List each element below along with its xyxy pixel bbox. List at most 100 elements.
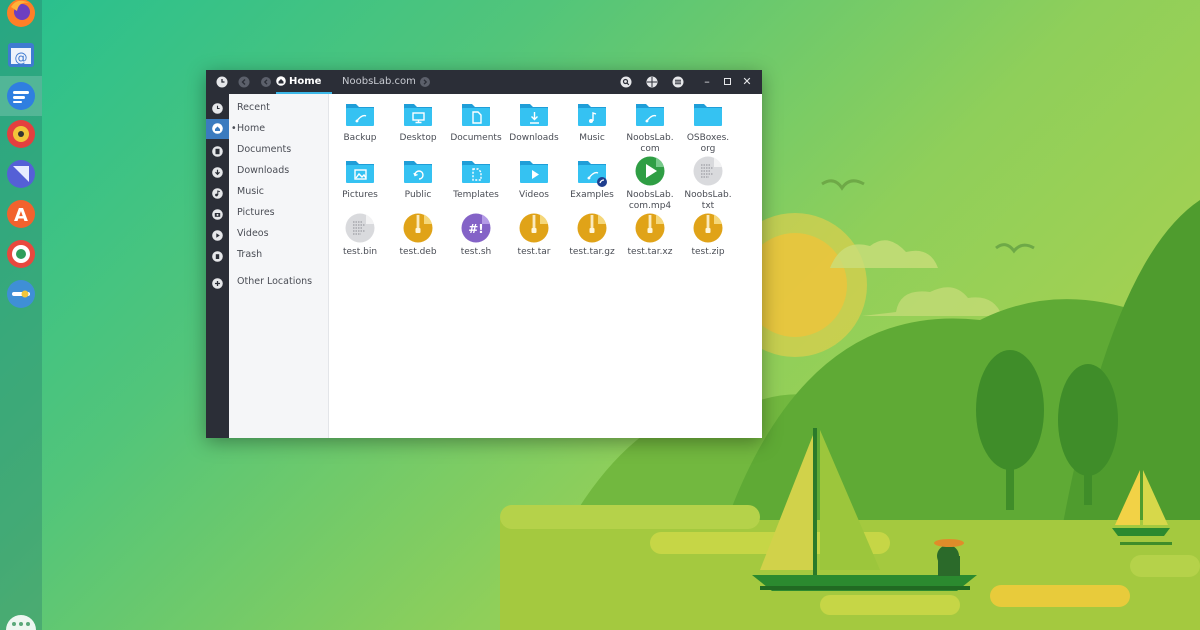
archive-file-icon bbox=[519, 213, 549, 243]
file-label: Documents bbox=[450, 133, 502, 143]
minimize-icon: – bbox=[704, 75, 710, 88]
file-item-public[interactable]: Public bbox=[389, 155, 447, 201]
file-item-backup[interactable]: Backup bbox=[331, 98, 389, 144]
archive-file-icon bbox=[635, 213, 665, 243]
camera-icon[interactable] bbox=[210, 207, 225, 222]
places-sidebar: Recent Home Documents Downloads Music Pi… bbox=[229, 94, 329, 438]
file-item-test-tar-xz[interactable]: test.tar.xz bbox=[621, 212, 679, 258]
firefox-icon[interactable] bbox=[4, 0, 38, 30]
file-item-music[interactable]: Music bbox=[563, 98, 621, 144]
minimize-button[interactable]: – bbox=[699, 74, 715, 90]
file-item-osboxes-org[interactable]: OSBoxes. org bbox=[679, 98, 737, 155]
file-item-videos[interactable]: Videos bbox=[505, 155, 563, 201]
file-label: test.tar bbox=[517, 247, 551, 257]
file-item-noobslab-com[interactable]: NoobsLab. com bbox=[621, 98, 679, 155]
archive-file-icon bbox=[577, 213, 607, 243]
file-label: Backup bbox=[343, 133, 377, 143]
file-item-templates[interactable]: Templates bbox=[447, 155, 505, 201]
app-menu-button[interactable] bbox=[214, 74, 230, 90]
files-app-icon bbox=[216, 76, 228, 88]
file-label: Examples bbox=[570, 190, 614, 200]
show-applications-icon[interactable] bbox=[2, 614, 40, 630]
archive-file-icon bbox=[693, 213, 723, 243]
svg-text:@: @ bbox=[15, 51, 28, 66]
file-item-test-zip[interactable]: test.zip bbox=[679, 212, 737, 258]
sidebar-item-videos[interactable]: Videos bbox=[237, 228, 269, 239]
file-label: test.tar.xz bbox=[627, 247, 673, 257]
file-item-noobslab-com-mp4[interactable]: NoobsLab. com.mp4 bbox=[621, 155, 679, 212]
header-bar: Home NoobsLab.com – ✕ bbox=[206, 70, 762, 94]
back-arrow-icon bbox=[238, 76, 250, 88]
text-file-icon bbox=[345, 213, 375, 243]
view-toggle-button[interactable] bbox=[644, 74, 660, 90]
maximize-button[interactable] bbox=[719, 74, 735, 90]
folder-icon bbox=[404, 104, 432, 126]
hamburger-menu-icon bbox=[672, 76, 684, 88]
application-dock: @ A bbox=[0, 0, 42, 630]
file-label: test.deb bbox=[399, 247, 437, 257]
video-file-icon bbox=[635, 156, 665, 186]
back-button[interactable] bbox=[236, 74, 252, 90]
settings-icon[interactable] bbox=[4, 277, 38, 311]
menu-button[interactable] bbox=[670, 74, 686, 90]
notes-icon[interactable] bbox=[4, 157, 38, 191]
sidebar-item-music[interactable]: Music bbox=[237, 186, 264, 197]
file-item-documents[interactable]: Documents bbox=[447, 98, 505, 144]
chevron-right-icon bbox=[420, 77, 430, 87]
sidebar-item-trash[interactable]: Trash bbox=[237, 249, 262, 260]
path-segment-noobslab[interactable]: NoobsLab.com bbox=[342, 70, 416, 94]
folder-icon bbox=[404, 161, 432, 183]
document-icon[interactable] bbox=[210, 144, 225, 159]
file-label: test.zip bbox=[691, 247, 725, 257]
clock-icon[interactable] bbox=[210, 101, 225, 116]
music-icon[interactable] bbox=[210, 186, 225, 201]
file-item-test-bin[interactable]: test.bin bbox=[331, 212, 389, 258]
plus-icon[interactable] bbox=[210, 276, 225, 291]
search-button[interactable] bbox=[618, 74, 634, 90]
folder-icon bbox=[578, 161, 607, 187]
sidebar-item-home[interactable]: Home bbox=[231, 123, 265, 134]
home-icon[interactable] bbox=[206, 119, 229, 139]
file-item-examples[interactable]: Examples bbox=[563, 155, 621, 201]
folder-icon bbox=[578, 104, 606, 126]
file-label: NoobsLab. txt bbox=[684, 190, 732, 211]
files-icon[interactable] bbox=[0, 76, 42, 116]
folder-icon bbox=[346, 104, 374, 126]
software-center-icon[interactable]: A bbox=[4, 197, 38, 231]
file-manager-window: Home NoobsLab.com – ✕ Recent Home bbox=[206, 70, 762, 438]
sidebar-item-recent[interactable]: Recent bbox=[237, 102, 270, 113]
trash-icon[interactable] bbox=[210, 249, 225, 264]
file-label: test.tar.gz bbox=[569, 247, 615, 257]
path-right-button[interactable] bbox=[417, 74, 433, 90]
close-button[interactable]: ✕ bbox=[739, 74, 755, 90]
file-item-noobslab-txt[interactable]: NoobsLab. txt bbox=[679, 155, 737, 212]
folder-icon bbox=[462, 104, 490, 126]
help-icon[interactable] bbox=[4, 237, 38, 271]
file-grid: Backup Desktop Documents Downloads Music… bbox=[329, 94, 762, 438]
file-item-test-tar[interactable]: test.tar bbox=[505, 212, 563, 258]
file-item-test-deb[interactable]: test.deb bbox=[389, 212, 447, 258]
file-item-desktop[interactable]: Desktop bbox=[389, 98, 447, 144]
sidebar-item-pictures[interactable]: Pictures bbox=[237, 207, 275, 218]
file-label: Pictures bbox=[342, 190, 378, 200]
sidebar-icon-rail bbox=[206, 94, 229, 438]
file-label: NoobsLab. com bbox=[626, 133, 674, 154]
search-icon bbox=[620, 76, 632, 88]
folder-icon bbox=[520, 104, 548, 126]
play-icon[interactable] bbox=[210, 228, 225, 243]
mail-icon[interactable]: @ bbox=[4, 38, 38, 72]
file-label: OSBoxes. org bbox=[686, 133, 730, 154]
music-player-icon[interactable] bbox=[4, 117, 38, 151]
path-segment-home[interactable]: Home bbox=[276, 70, 332, 94]
file-item-downloads[interactable]: Downloads bbox=[505, 98, 563, 144]
download-icon[interactable] bbox=[210, 165, 225, 180]
file-item-test-tar-gz[interactable]: test.tar.gz bbox=[563, 212, 621, 258]
sidebar-item-documents[interactable]: Documents bbox=[237, 144, 291, 155]
path-left-button[interactable] bbox=[258, 74, 274, 90]
sidebar-item-other-locations[interactable]: Other Locations bbox=[237, 276, 312, 287]
file-item-test-sh[interactable]: #! test.sh bbox=[447, 212, 505, 258]
sidebar-item-downloads[interactable]: Downloads bbox=[237, 165, 289, 176]
archive-file-icon bbox=[403, 213, 433, 243]
file-item-pictures[interactable]: Pictures bbox=[331, 155, 389, 201]
file-label: Templates bbox=[453, 190, 499, 200]
